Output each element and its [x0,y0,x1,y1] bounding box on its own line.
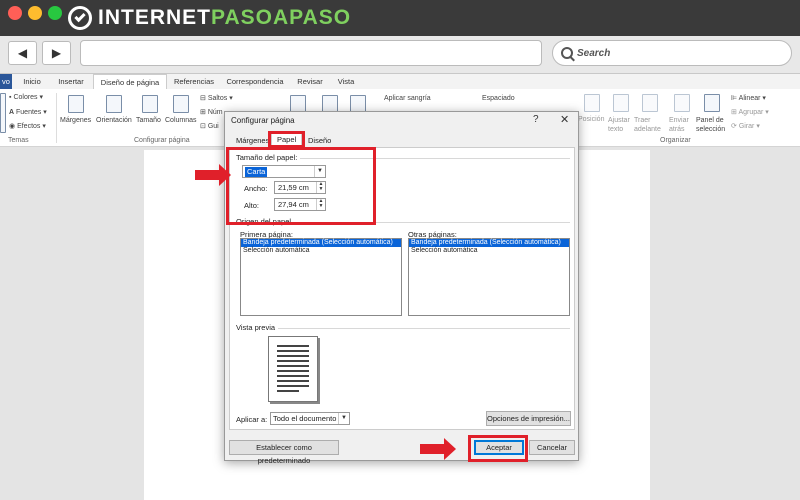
list-item[interactable]: Selección automática [409,247,569,255]
back-button[interactable]: ◀ [8,41,37,65]
arrow-right-icon [195,164,231,186]
hyphenation-button[interactable]: ⊡ Gui [200,122,219,130]
size-icon[interactable] [142,95,158,113]
other-pages-list[interactable]: Bandeja predeterminada (Selección automá… [408,238,570,316]
search-input[interactable]: Search [552,40,792,66]
preview-line [277,390,299,392]
list-item[interactable]: Selección automática [241,247,401,255]
group-organizar-label: Organizar [660,137,691,144]
tab-correspondencia[interactable]: Correspondencia [222,74,288,89]
group-button[interactable]: ⊞ Agrupar ▾ [731,108,769,116]
chevron-down-icon: ▼ [338,413,349,424]
colors-button[interactable]: ▪ Colores ▾ [9,93,43,101]
close-window-button[interactable] [8,6,22,20]
tab-inicio[interactable]: Inicio [18,74,46,89]
preview-line [277,365,309,367]
bring-forward-label[interactable]: Traer adelante [634,116,661,134]
ribbon-tab-row: vo Inicio Insertar Diseño de página Refe… [0,74,800,89]
search-icon [561,47,573,59]
margins-label[interactable]: Márgenes [60,117,91,124]
columns-label[interactable]: Columnas [165,117,197,124]
highlight-paper-size [226,147,376,225]
align-button[interactable]: ⊫ Alinear ▾ [731,94,766,102]
tab-insertar[interactable]: Insertar [52,74,90,89]
help-button[interactable]: ? [533,114,539,125]
tab-revisar[interactable]: Revisar [293,74,327,89]
preview-line [277,350,309,352]
apply-to-label: Aplicar a: [236,415,268,424]
minimize-window-button[interactable] [28,6,42,20]
brand-name: INTERNETPASOAPASO [98,6,352,29]
themes-icon[interactable] [0,93,6,133]
columns-icon[interactable] [173,95,189,113]
preview-line [277,375,309,377]
cancel-button[interactable]: Cancelar [529,440,575,455]
list-item[interactable]: Bandeja predeterminada (Selección automá… [409,239,569,247]
divider [278,328,570,329]
wrap-text-label[interactable]: Ajustar texto [608,116,630,134]
rotate-button[interactable]: ⟳ Girar ▾ [731,122,760,130]
set-default-button[interactable]: Establecer como predeterminado [229,440,339,465]
back-arrow-icon: ◀ [17,46,28,60]
wrap-text-icon[interactable] [613,94,629,112]
preview-line [277,380,309,382]
list-item[interactable]: Bandeja predeterminada (Selección automá… [241,239,401,247]
group-configurar-label: Configurar página [134,137,190,144]
page-preview [268,336,318,402]
tab-vista[interactable]: Vista [333,74,359,89]
selection-pane-icon[interactable] [704,94,720,112]
position-icon[interactable] [584,94,600,112]
tab-diseno-de-pagina[interactable]: Diseño de página [93,74,167,89]
address-bar[interactable] [80,40,542,66]
close-icon[interactable]: ✕ [560,113,569,126]
group-temas-label: Temas [8,137,29,144]
preview-line [277,345,309,347]
search-placeholder: Search [577,47,611,59]
tab-diseno[interactable]: Diseño [303,134,336,148]
preview-line [277,360,309,362]
orientation-icon[interactable] [106,95,122,113]
preview-label: Vista previa [236,323,276,332]
apply-to-select[interactable]: Todo el documento ▼ [270,412,350,425]
bring-forward-icon[interactable] [642,94,658,112]
first-page-list[interactable]: Bandeja predeterminada (Selección automá… [240,238,402,316]
breaks-button[interactable]: ⊟ Saltos ▾ [200,94,233,102]
size-label[interactable]: Tamaño [136,117,161,124]
line-numbers-button[interactable]: ⊞ Núm [200,108,223,116]
preview-line [277,385,309,387]
arrow-right-icon [420,438,456,460]
effects-button[interactable]: ◉ Efectos ▾ [9,122,46,130]
orientation-label[interactable]: Orientación [96,117,132,124]
checkmark-icon [68,6,92,30]
selection-pane-label[interactable]: Panel de selección [696,116,725,134]
highlight-papel-tab [268,131,305,148]
preview-line [277,370,309,372]
spacing-label: Espaciado [482,95,515,102]
highlight-accept [468,435,528,462]
fonts-button[interactable]: A Fuentes ▾ [9,108,47,116]
dialog-title: Configurar página [231,116,295,125]
separator [56,93,57,143]
send-backward-icon[interactable] [674,94,690,112]
margins-icon[interactable] [68,95,84,113]
preview-line [277,355,309,357]
brand-logo: INTERNETPASOAPASO [68,5,351,31]
forward-button[interactable]: ▶ [42,41,71,65]
forward-arrow-icon: ▶ [51,46,62,60]
position-label[interactable]: Posición [578,116,604,123]
maximize-window-button[interactable] [48,6,62,20]
print-options-button[interactable]: Opciones de impresión... [486,411,571,426]
tab-referencias[interactable]: Referencias [170,74,218,89]
apply-to-value: Todo el documento [273,414,337,423]
send-backward-label[interactable]: Enviar atrás [669,116,689,134]
window-titlebar: INTERNETPASOAPASO [0,0,800,36]
browser-toolbar: ◀ ▶ Search [0,36,800,74]
indent-label: Aplicar sangría [384,95,431,102]
tab-archivo[interactable]: vo [0,74,12,89]
